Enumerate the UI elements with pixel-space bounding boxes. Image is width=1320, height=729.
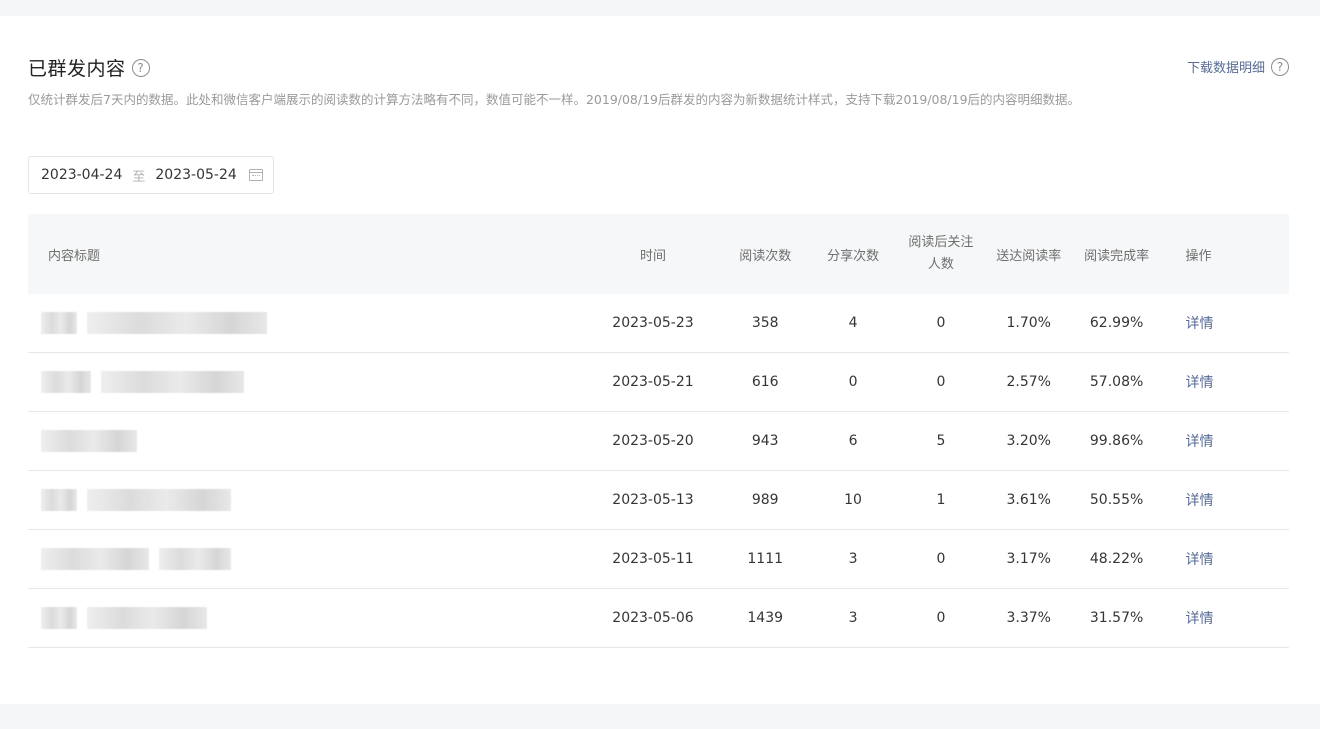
row-follows: 0 [936,374,946,390]
row-time: 2023-05-23 [612,315,694,331]
table-row: 2023-05-11 1111 3 0 3.17% 48.22% 详情 [28,530,1289,589]
row-delivery-rate: 3.61% [1006,492,1051,508]
row-shares: 4 [848,315,858,331]
col-delivery-rate: 送达阅读率 [996,248,1062,264]
col-action: 操作 [1185,248,1212,264]
content-panel: 已群发内容 ? 下载数据明细 ? 仅统计群发后7天内的数据。此处和微信客户端展示… [0,16,1320,704]
date-start[interactable]: 2023-04-24 [41,167,122,183]
row-title-redacted[interactable] [28,548,585,570]
row-shares: 3 [848,551,858,567]
row-title-redacted[interactable] [28,371,585,393]
row-delivery-rate: 2.57% [1006,374,1051,390]
title-row: 已群发内容 ? [28,54,150,81]
detail-link[interactable]: 详情 [1186,611,1214,627]
date-end[interactable]: 2023-05-24 [155,167,236,183]
detail-link[interactable]: 详情 [1186,493,1214,509]
table-row: 2023-05-21 616 0 0 2.57% 57.08% 详情 [28,353,1289,412]
download-help-icon[interactable]: ? [1271,57,1289,76]
detail-link[interactable]: 详情 [1186,552,1214,568]
download-data-button[interactable]: 下载数据明细 ? [1187,57,1289,76]
row-follows: 0 [936,610,946,626]
row-shares: 10 [844,492,862,508]
col-title: 内容标题 [48,248,101,264]
row-reads: 358 [751,315,779,331]
row-reads: 943 [751,433,779,449]
date-separator: 至 [132,169,146,185]
row-follows: 1 [936,492,946,508]
row-completion-rate: 62.99% [1089,315,1144,331]
row-completion-rate: 48.22% [1089,551,1144,567]
row-reads: 616 [751,374,779,390]
row-reads: 1439 [747,610,784,626]
table-row: 2023-05-13 989 10 1 3.61% 50.55% 详情 [28,471,1289,530]
row-delivery-rate: 1.70% [1006,315,1051,331]
calendar-icon[interactable] [249,169,263,181]
col-reads: 阅读次数 [739,248,792,264]
row-time: 2023-05-13 [612,492,694,508]
row-shares: 6 [848,433,858,449]
row-completion-rate: 99.86% [1089,433,1144,449]
row-time: 2023-05-21 [612,374,694,390]
table-header: 内容标题 时间 阅读次数 分享次数 阅读后关注人数 送达阅读率 阅读完成率 操作 [28,214,1289,294]
col-completion-rate: 阅读完成率 [1084,248,1150,264]
table-row: 2023-05-06 1439 3 0 3.37% 31.57% 详情 [28,589,1289,648]
col-follows: 阅读后关注人数 [897,232,985,276]
row-reads: 1111 [747,551,784,567]
row-completion-rate: 57.08% [1089,374,1144,390]
row-title-redacted[interactable] [28,607,585,629]
row-delivery-rate: 3.20% [1006,433,1051,449]
col-shares: 分享次数 [827,248,880,264]
row-delivery-rate: 3.17% [1006,551,1051,567]
row-time: 2023-05-06 [612,610,694,626]
col-time: 时间 [640,248,667,264]
detail-link[interactable]: 详情 [1186,316,1214,332]
row-follows: 0 [936,315,946,331]
table-row: 2023-05-20 943 6 5 3.20% 99.86% 详情 [28,412,1289,471]
row-reads: 989 [751,492,779,508]
row-time: 2023-05-11 [612,551,694,567]
row-title-redacted[interactable] [28,312,585,334]
row-shares: 0 [848,374,858,390]
page-description: 仅统计群发后7天内的数据。此处和微信客户端展示的阅读数的计算方法略有不同，数值可… [28,92,1081,107]
date-range-picker[interactable]: 2023-04-24 至 2023-05-24 [28,156,274,194]
row-time: 2023-05-20 [612,433,694,449]
col-follows-label: 阅读后关注人数 [908,235,974,272]
row-title-redacted[interactable] [28,489,585,511]
help-icon[interactable]: ? [131,58,150,77]
table-row: 2023-05-23 358 4 0 1.70% 62.99% 详情 [28,294,1289,353]
row-follows: 0 [936,551,946,567]
row-delivery-rate: 3.37% [1006,610,1051,626]
content-table: 内容标题 时间 阅读次数 分享次数 阅读后关注人数 送达阅读率 阅读完成率 操作… [28,214,1289,648]
row-follows: 5 [936,433,946,449]
page-title: 已群发内容 [28,58,126,80]
row-completion-rate: 31.57% [1089,610,1144,626]
detail-link[interactable]: 详情 [1186,434,1214,450]
row-title-redacted[interactable] [28,430,585,452]
row-shares: 3 [848,610,858,626]
row-completion-rate: 50.55% [1089,492,1144,508]
detail-link[interactable]: 详情 [1186,375,1214,391]
download-data-link[interactable]: 下载数据明细 [1187,57,1265,76]
